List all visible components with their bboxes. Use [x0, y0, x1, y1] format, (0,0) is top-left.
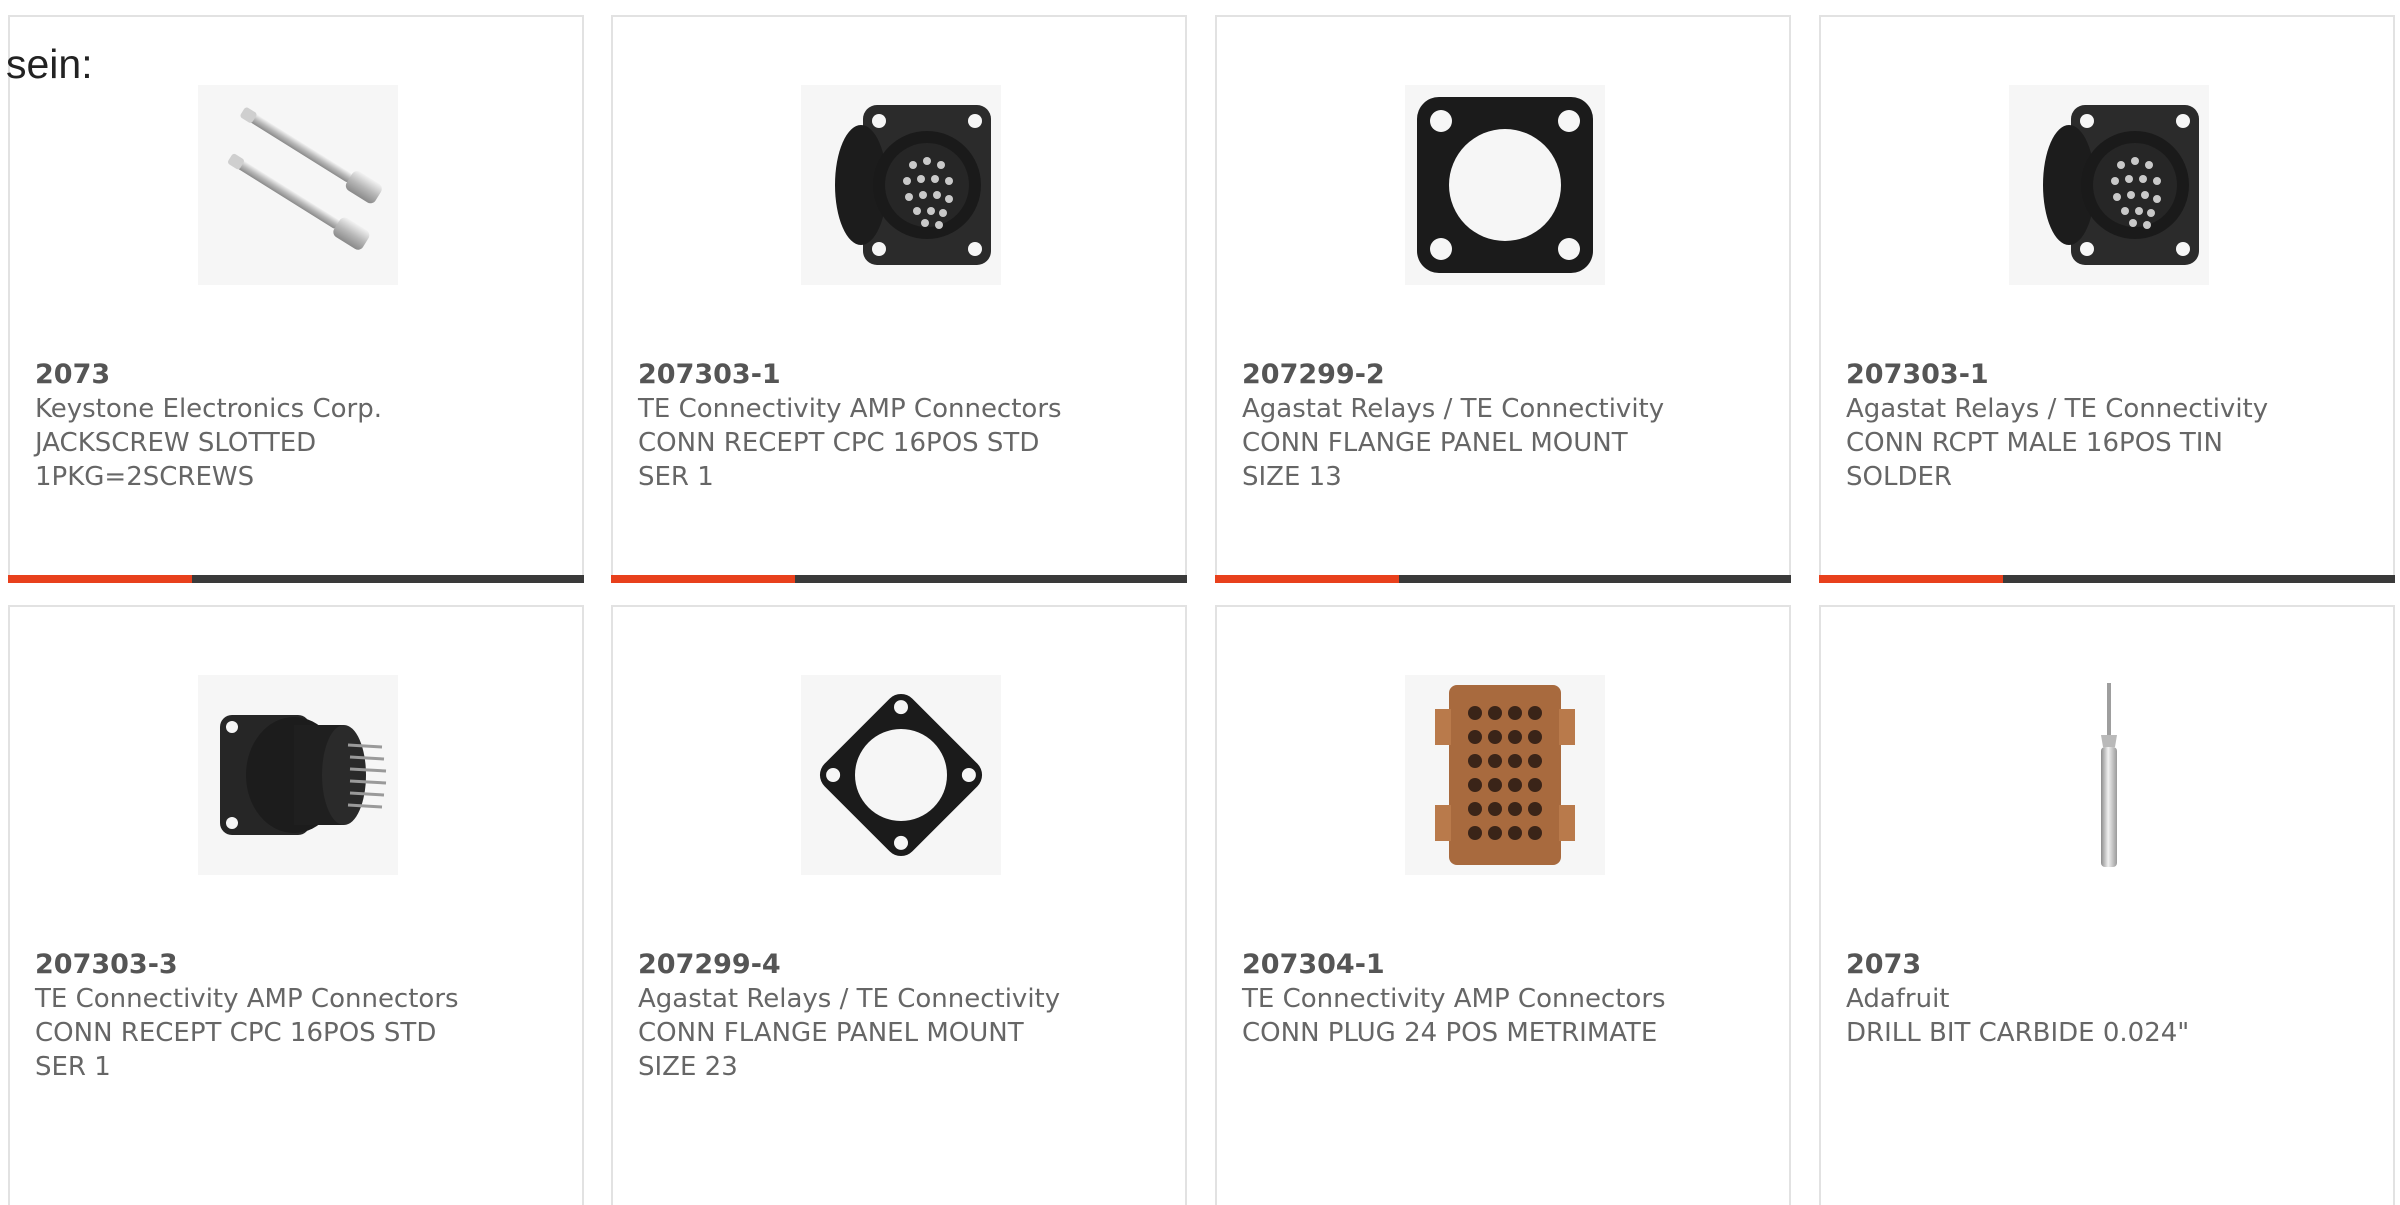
manufacturer: Agastat Relays / TE Connectivity: [1242, 394, 1665, 424]
circular-connector-image: [835, 105, 991, 265]
plug-connector-image: [1435, 685, 1575, 865]
manufacturer: Agastat Relays / TE Connectivity: [638, 984, 1061, 1014]
description: DRILL BIT CARBIDE 0.024": [1846, 1018, 2190, 1048]
product-info: 207303-1 Agastat Relays / TE Connectivit…: [1846, 358, 2373, 494]
progress-bar-fill: [611, 575, 796, 583]
product-info: 207303-3 TE Connectivity AMP Connectors …: [35, 948, 562, 1084]
product-image[interactable]: [801, 675, 1001, 875]
product-info: 207299-4 Agastat Relays / TE Connectivit…: [638, 948, 1165, 1084]
product-image[interactable]: [198, 675, 398, 875]
product-image[interactable]: [1405, 85, 1605, 285]
product-info: 2073 Keystone Electronics Corp. JACKSCRE…: [35, 358, 562, 494]
product-info: 207299-2 Agastat Relays / TE Connectivit…: [1242, 358, 1769, 494]
manufacturer: Keystone Electronics Corp.: [35, 394, 383, 424]
manufacturer: TE Connectivity AMP Connectors: [638, 394, 1062, 424]
part-number[interactable]: 2073: [35, 358, 562, 392]
circular-connector-side-image: [220, 715, 387, 835]
manufacturer: Agastat Relays / TE Connectivity: [1846, 394, 2269, 424]
product-card[interactable]: 207304-1 TE Connectivity AMP Connectors …: [1215, 605, 1791, 1205]
description: CONN FLANGE PANEL MOUNT SIZE 23: [638, 1018, 1024, 1082]
product-info: 207303-1 TE Connectivity AMP Connectors …: [638, 358, 1165, 494]
product-image[interactable]: [1405, 675, 1605, 875]
progress-bar: [8, 575, 584, 583]
intro-text: sein:: [6, 41, 93, 87]
part-number[interactable]: 2073: [1846, 948, 2373, 982]
tilted-flange-image: [819, 693, 983, 857]
product-card[interactable]: 207303-1 Agastat Relays / TE Connectivit…: [1819, 15, 2395, 583]
product-card[interactable]: 207303-1 TE Connectivity AMP Connectors …: [611, 15, 1187, 583]
manufacturer: TE Connectivity AMP Connectors: [1242, 984, 1666, 1014]
product-card[interactable]: 2073 Adafruit DRILL BIT CARBIDE 0.024": [1819, 605, 2395, 1205]
product-image[interactable]: [198, 85, 398, 285]
drill-bit-image: [2101, 683, 2117, 867]
description: CONN RECEPT CPC 16POS STD SER 1: [638, 428, 1040, 492]
part-number[interactable]: 207304-1: [1242, 948, 1769, 982]
part-number[interactable]: 207299-4: [638, 948, 1165, 982]
progress-bar-fill: [8, 575, 193, 583]
manufacturer: Adafruit: [1846, 984, 1950, 1014]
progress-bar-fill: [1215, 575, 1400, 583]
description: CONN RCPT MALE 16POS TIN SOLDER: [1846, 428, 2223, 492]
product-grid: 2073 Keystone Electronics Corp. JACKSCRE…: [0, 0, 2400, 1205]
progress-bar: [1215, 575, 1791, 583]
progress-bar: [1819, 575, 2395, 583]
description: CONN PLUG 24 POS METRIMATE: [1242, 1018, 1658, 1048]
progress-bar-fill: [1819, 575, 2004, 583]
description: JACKSCREW SLOTTED 1PKG=2SCREWS: [35, 428, 317, 492]
product-info: 2073 Adafruit DRILL BIT CARBIDE 0.024": [1846, 948, 2373, 1050]
product-card[interactable]: 207299-4 Agastat Relays / TE Connectivit…: [611, 605, 1187, 1205]
product-image[interactable]: [801, 85, 1001, 285]
progress-bar: [611, 575, 1187, 583]
product-card[interactable]: 2073 Keystone Electronics Corp. JACKSCRE…: [8, 15, 584, 583]
product-card[interactable]: 207303-3 TE Connectivity AMP Connectors …: [8, 605, 584, 1205]
product-image[interactable]: [2009, 85, 2209, 285]
product-image[interactable]: [2009, 675, 2209, 875]
manufacturer: TE Connectivity AMP Connectors: [35, 984, 459, 1014]
part-number[interactable]: 207299-2: [1242, 358, 1769, 392]
flange-image: [1417, 97, 1593, 273]
description: CONN FLANGE PANEL MOUNT SIZE 13: [1242, 428, 1628, 492]
circular-connector-image: [2043, 105, 2199, 265]
product-card[interactable]: 207299-2 Agastat Relays / TE Connectivit…: [1215, 15, 1791, 583]
jackscrew-image: [228, 107, 382, 250]
description: CONN RECEPT CPC 16POS STD SER 1: [35, 1018, 437, 1082]
part-number[interactable]: 207303-1: [1846, 358, 2373, 392]
part-number[interactable]: 207303-1: [638, 358, 1165, 392]
part-number[interactable]: 207303-3: [35, 948, 562, 982]
product-info: 207304-1 TE Connectivity AMP Connectors …: [1242, 948, 1769, 1050]
